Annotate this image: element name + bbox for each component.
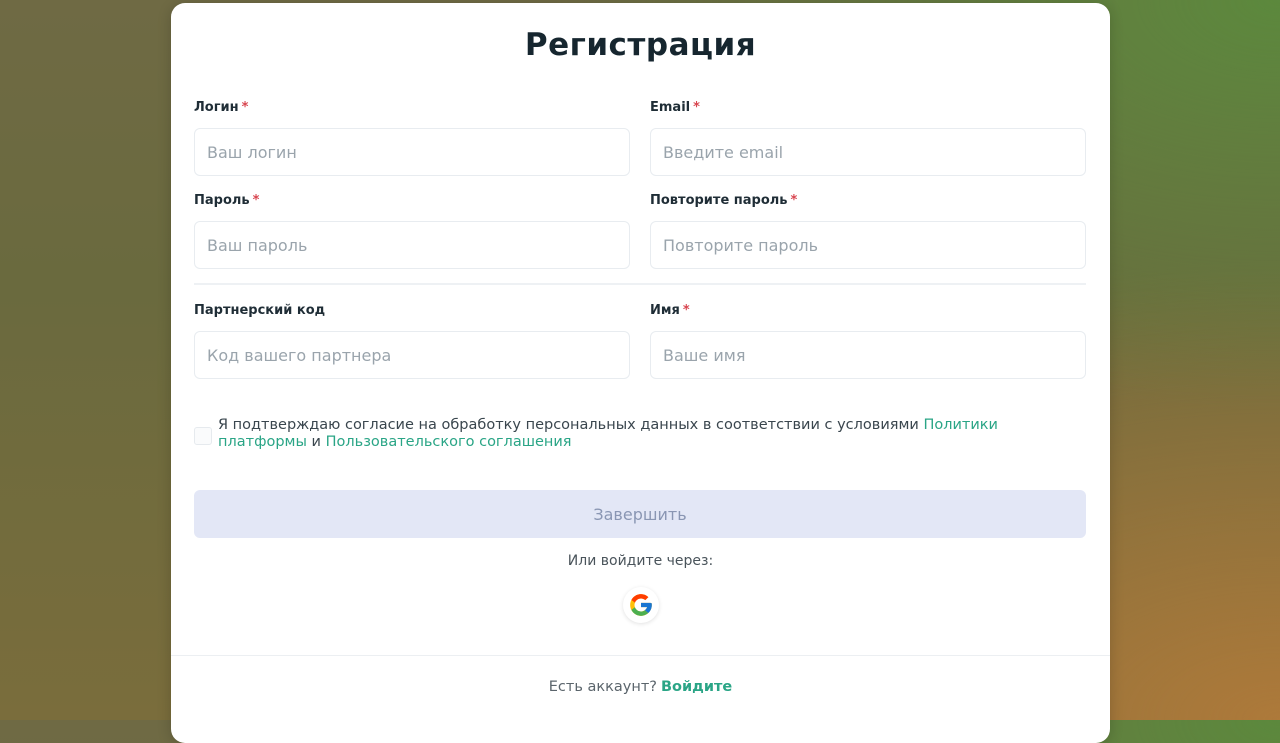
password-repeat-label: Повторите пароль * bbox=[650, 193, 798, 208]
email-input[interactable] bbox=[650, 128, 1086, 176]
name-label: Имя * bbox=[650, 303, 690, 318]
consent-text: Я подтверждаю согласие на обработку перс… bbox=[218, 417, 998, 450]
required-mark: * bbox=[241, 100, 249, 115]
name-field-group: Имя * bbox=[650, 302, 1086, 379]
registration-card: Регистрация Логин* Email* Пароль* Повтор… bbox=[171, 3, 1110, 743]
page-title: Регистрация bbox=[524, 27, 757, 63]
password-repeat-field-group: Повторите пароль * bbox=[650, 192, 1086, 269]
password-repeat-input[interactable] bbox=[650, 221, 1086, 269]
login-field-group: Логин * bbox=[194, 99, 630, 176]
password-input[interactable] bbox=[194, 221, 630, 269]
password-field-group: Пароль * bbox=[194, 192, 630, 269]
partner-code-field-group: Партнерский код bbox=[194, 302, 630, 379]
footer: Есть аккаунт? Войдите bbox=[171, 679, 1110, 695]
required-mark: * bbox=[693, 100, 700, 115]
required-mark: * bbox=[682, 303, 690, 318]
submit-button[interactable]: Завершить bbox=[194, 490, 1086, 538]
name-input[interactable] bbox=[650, 331, 1086, 379]
social-login-prompt: Или войдите через: bbox=[567, 553, 714, 569]
login-input[interactable] bbox=[194, 128, 630, 176]
consent-checkbox[interactable] bbox=[194, 427, 212, 445]
section-divider bbox=[194, 283, 1086, 285]
email-field-group: Email * bbox=[650, 99, 1086, 176]
email-label: Email * bbox=[650, 100, 700, 115]
required-mark: * bbox=[252, 193, 260, 208]
login-label: Логин * bbox=[194, 100, 249, 115]
password-label: Пароль * bbox=[194, 193, 260, 208]
user-agreement-link[interactable]: Пользовательского соглашения bbox=[326, 434, 572, 450]
google-icon bbox=[630, 594, 652, 616]
required-mark: * bbox=[790, 193, 798, 208]
login-link[interactable]: Войдите bbox=[661, 679, 732, 695]
partner-code-input[interactable] bbox=[194, 331, 630, 379]
footer-divider bbox=[171, 655, 1110, 656]
google-login-button[interactable] bbox=[623, 587, 659, 623]
footer-question: Есть аккаунт? bbox=[548, 679, 657, 695]
partner-code-label: Партнерский код bbox=[194, 303, 326, 318]
